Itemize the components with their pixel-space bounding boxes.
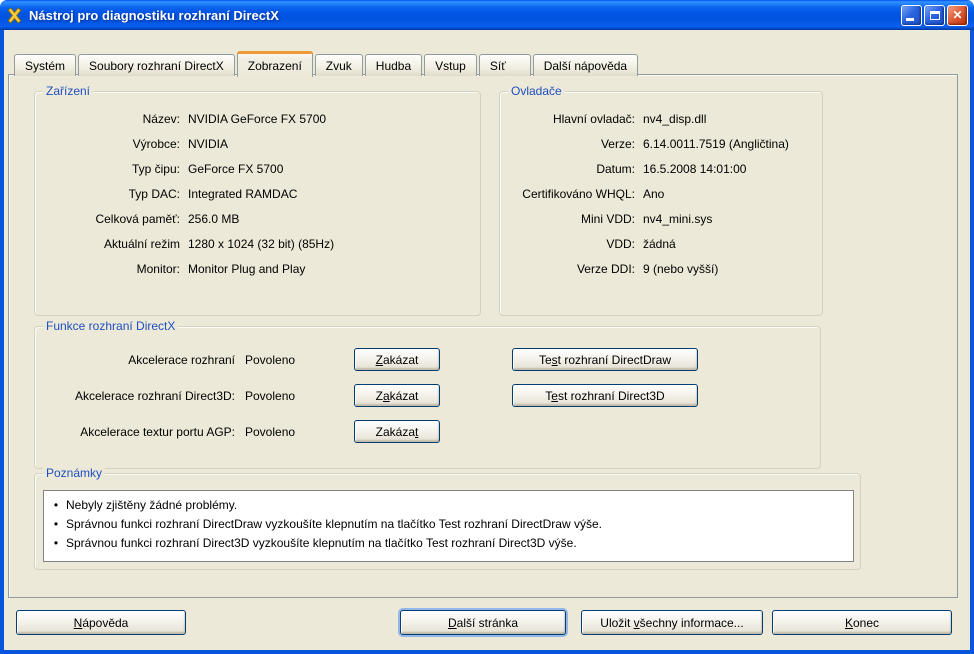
tab-input[interactable]: Vstup bbox=[424, 54, 477, 76]
field-value: Monitor Plug and Play bbox=[188, 262, 305, 276]
field-label: Typ čipu: bbox=[43, 162, 180, 176]
maximize-button[interactable] bbox=[924, 5, 945, 26]
device-groupbox-title: Zařízení bbox=[43, 84, 93, 99]
field-value: nv4_mini.sys bbox=[643, 212, 712, 226]
window-controls: ✕ bbox=[901, 5, 968, 26]
field-label: Celková paměť: bbox=[43, 212, 180, 226]
bullet-icon: • bbox=[46, 496, 66, 515]
device-field-list: Název: NVIDIA GeForce FX 5700 Výrobce: NVI… bbox=[35, 92, 480, 281]
feature-row: Akcelerace textur portu AGP: Povoleno bbox=[35, 420, 295, 443]
field-row: VDD: žádná bbox=[508, 231, 822, 256]
tab-more-help[interactable]: Další nápověda bbox=[533, 54, 638, 76]
next-page-button[interactable]: Další stránka bbox=[400, 610, 566, 635]
save-all-information-button[interactable]: Uložit všechny informace... bbox=[581, 610, 763, 635]
test-directdraw-button[interactable]: Test rozhraní DirectDraw bbox=[512, 348, 698, 371]
help-button[interactable]: Nápověda bbox=[16, 610, 186, 635]
field-row: Verze DDI: 9 (nebo vyšší) bbox=[508, 256, 822, 281]
feature-label: Akcelerace textur portu AGP: bbox=[35, 425, 235, 439]
feature-status: Povoleno bbox=[245, 425, 295, 439]
tab-display[interactable]: Zobrazení bbox=[237, 51, 313, 77]
field-label: Datum: bbox=[508, 162, 635, 176]
field-row: Hlavní ovladač: nv4_disp.dll bbox=[508, 106, 822, 131]
field-value: GeForce FX 5700 bbox=[188, 162, 283, 176]
disable-agp-texture-button[interactable]: Zakázat bbox=[354, 420, 440, 443]
field-row: Název: NVIDIA GeForce FX 5700 bbox=[43, 106, 480, 131]
drivers-field-list: Hlavní ovladač: nv4_disp.dll Verze: 6.14.0… bbox=[500, 92, 822, 281]
field-value: Ano bbox=[643, 187, 664, 201]
field-value: 256.0 MB bbox=[188, 212, 239, 226]
tab-system[interactable]: Systém bbox=[14, 54, 76, 76]
field-label: Monitor: bbox=[43, 262, 180, 276]
field-value: NVIDIA GeForce FX 5700 bbox=[188, 112, 326, 126]
field-value: 16.5.2008 14:01:00 bbox=[643, 162, 746, 176]
field-label: Výrobce: bbox=[43, 137, 180, 151]
note-item: •Nebyly zjištěny žádné problémy. bbox=[46, 496, 849, 515]
field-label: Hlavní ovladač: bbox=[508, 112, 635, 126]
tab-directx-files[interactable]: Soubory rozhraní DirectX bbox=[78, 54, 235, 76]
dialog-client-area: Systém Soubory rozhraní DirectX Zobrazen… bbox=[0, 30, 974, 654]
tab-network[interactable]: Síť bbox=[479, 54, 531, 76]
feature-label: Akcelerace rozhraní Direct3D: bbox=[35, 389, 235, 403]
directx-features-groupbox: Funkce rozhraní DirectX Akcelerace rozhr… bbox=[34, 326, 821, 469]
field-row: Typ DAC: Integrated RAMDAC bbox=[43, 181, 480, 206]
field-row: Výrobce: NVIDIA bbox=[43, 131, 480, 156]
field-label: Aktuální režim bbox=[43, 237, 180, 251]
field-value: nv4_disp.dll bbox=[643, 112, 706, 126]
title-bar[interactable]: Nástroj pro diagnostiku rozhraní DirectX… bbox=[0, 0, 974, 30]
drivers-groupbox: Ovladače Hlavní ovladač:nv4_disp.dll Ver… bbox=[499, 91, 823, 316]
field-row: Certifikováno WHQL: Ano bbox=[508, 181, 822, 206]
note-item: •Správnou funkci rozhraní DirectDraw vyz… bbox=[46, 515, 849, 534]
field-row: Aktuální režim 1280 x 1024 (32 bit) (85Hz… bbox=[43, 231, 480, 256]
feature-status: Povoleno bbox=[245, 353, 295, 367]
field-row: Mini VDD: nv4_mini.sys bbox=[508, 206, 822, 231]
field-value: 9 (nebo vyšší) bbox=[643, 262, 718, 276]
field-label: VDD: bbox=[508, 237, 635, 251]
field-row: Datum: 16.5.2008 14:01:00 bbox=[508, 156, 822, 181]
field-row: Monitor: Monitor Plug and Play bbox=[43, 256, 480, 281]
tab-music[interactable]: Hudba bbox=[365, 54, 422, 76]
field-value: NVIDIA bbox=[188, 137, 228, 151]
features-groupbox-title: Funkce rozhraní DirectX bbox=[43, 319, 178, 334]
field-label: Verze DDI: bbox=[508, 262, 635, 276]
tab-sound[interactable]: Zvuk bbox=[315, 54, 363, 76]
exit-button[interactable]: Konec bbox=[772, 610, 952, 635]
minimize-icon bbox=[906, 18, 914, 21]
drivers-groupbox-title: Ovladače bbox=[508, 84, 565, 99]
field-label: Certifikováno WHQL: bbox=[508, 187, 635, 201]
notes-groupbox: Poznámky •Nebyly zjištěny žádné problémy… bbox=[34, 473, 861, 570]
note-item: •Správnou funkci rozhraní Direct3D vyzko… bbox=[46, 534, 849, 553]
close-button[interactable]: ✕ bbox=[947, 5, 968, 26]
minimize-button[interactable] bbox=[901, 5, 922, 26]
field-label: Typ DAC: bbox=[43, 187, 180, 201]
test-direct3d-button[interactable]: Test rozhraní Direct3D bbox=[512, 384, 698, 407]
maximize-icon bbox=[930, 11, 940, 20]
field-label: Verze: bbox=[508, 137, 635, 151]
field-label: Mini VDD: bbox=[508, 212, 635, 226]
field-value: žádná bbox=[643, 237, 676, 251]
feature-status: Povoleno bbox=[245, 389, 295, 403]
window-title: Nástroj pro diagnostiku rozhraní DirectX bbox=[29, 8, 895, 23]
dxdiag-window: Nástroj pro diagnostiku rozhraní DirectX… bbox=[0, 0, 974, 654]
device-groupbox: Zařízení Název:NVIDIA GeForce FX 5700 Vý… bbox=[34, 91, 481, 316]
tab-bar: Systém Soubory rozhraní DirectX Zobrazen… bbox=[14, 51, 640, 76]
disable-direct3d-button[interactable]: Zakázat bbox=[354, 384, 440, 407]
field-row: Typ čipu: GeForce FX 5700 bbox=[43, 156, 480, 181]
directx-app-icon bbox=[6, 7, 23, 24]
notes-text-area[interactable]: •Nebyly zjištěny žádné problémy. •Správn… bbox=[43, 490, 854, 562]
feature-label: Akcelerace rozhraní bbox=[35, 353, 235, 367]
close-icon: ✕ bbox=[948, 6, 967, 25]
field-value: 1280 x 1024 (32 bit) (85Hz) bbox=[188, 237, 334, 251]
feature-row: Akcelerace rozhraní Direct3D: Povoleno bbox=[35, 384, 295, 407]
bullet-icon: • bbox=[46, 515, 66, 534]
disable-directdraw-button[interactable]: Zakázat bbox=[354, 348, 440, 371]
field-value: Integrated RAMDAC bbox=[188, 187, 297, 201]
notes-groupbox-title: Poznámky bbox=[43, 466, 105, 481]
field-row: Verze: 6.14.0011.7519 (Angličtina) bbox=[508, 131, 822, 156]
bullet-icon: • bbox=[46, 534, 66, 553]
tab-page-display: Zařízení Název: NVIDIA GeForce FX 5700 Vý… bbox=[8, 74, 958, 598]
field-label: Název: bbox=[43, 112, 180, 126]
field-value: 6.14.0011.7519 (Angličtina) bbox=[643, 137, 789, 151]
field-row: Celková paměť: 256.0 MB bbox=[43, 206, 480, 231]
feature-row: Akcelerace rozhraní Povoleno bbox=[35, 348, 295, 371]
